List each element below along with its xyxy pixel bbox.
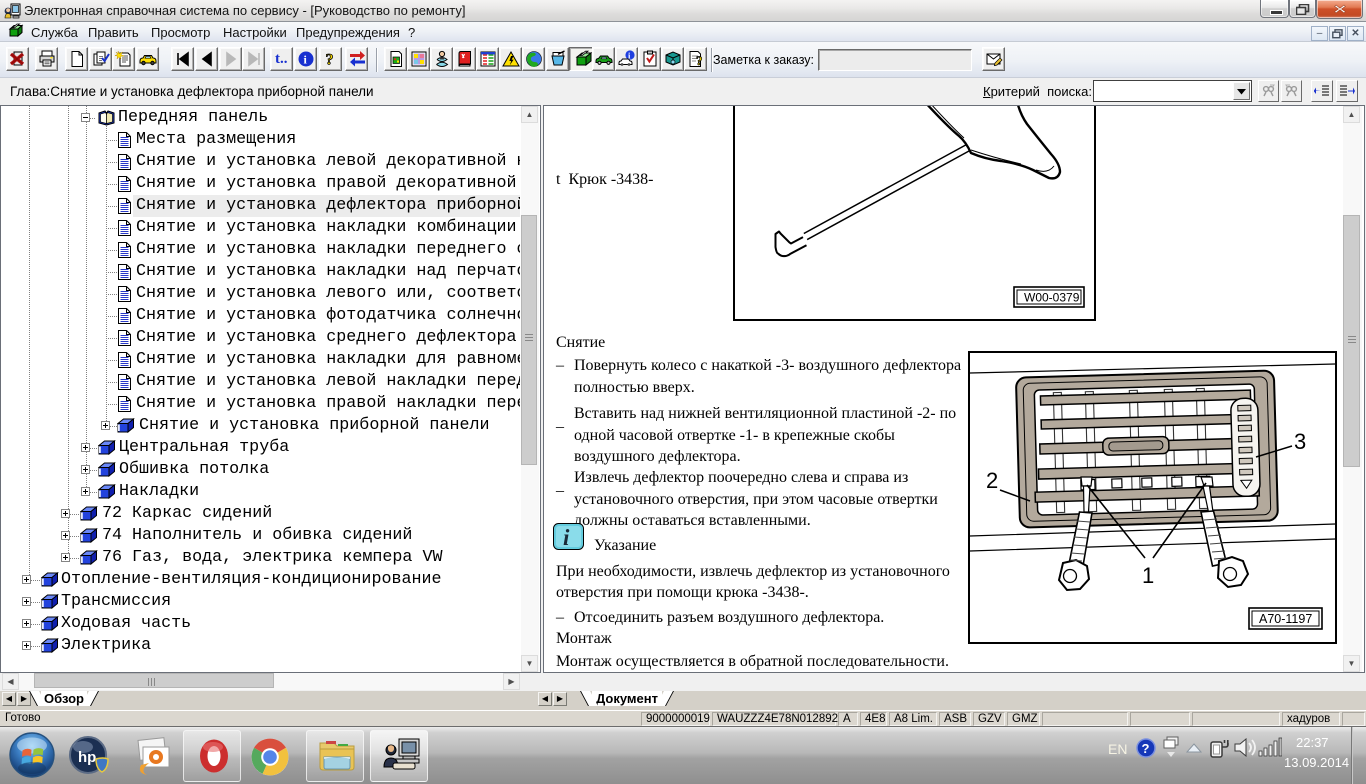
svg-text:2: 2 <box>986 468 998 493</box>
svg-text:?: ? <box>1142 741 1150 756</box>
svg-text:W00-0379: W00-0379 <box>1024 291 1080 305</box>
svg-text:i: i <box>563 525 570 550</box>
svg-text:3: 3 <box>1294 429 1306 454</box>
svg-text:?: ? <box>326 52 334 69</box>
svg-text:t..: t.. <box>275 51 288 67</box>
svg-text:?: ? <box>696 53 703 68</box>
svg-text:hp: hp <box>78 749 96 766</box>
svg-text:A70-1197: A70-1197 <box>1259 612 1312 626</box>
svg-text:1: 1 <box>1142 563 1154 588</box>
